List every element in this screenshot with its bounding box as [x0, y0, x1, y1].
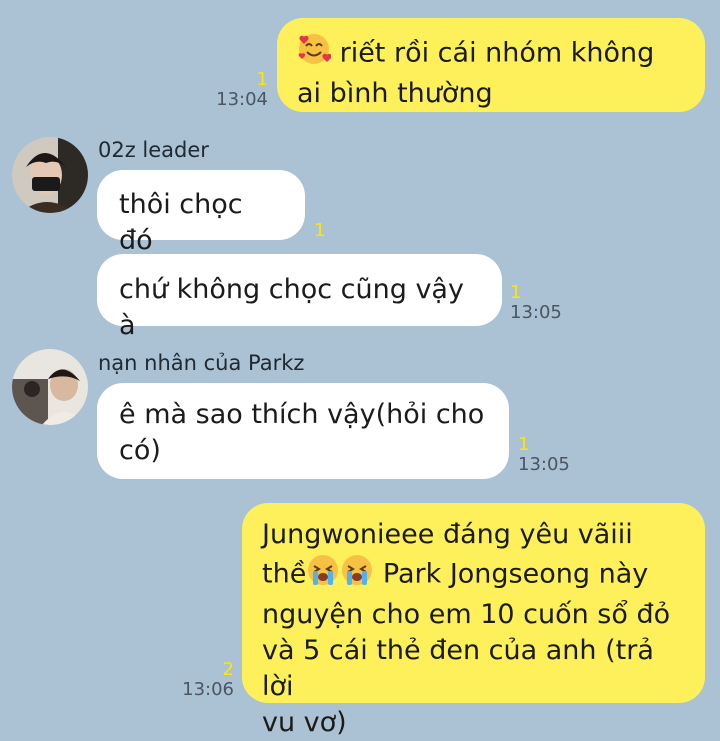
message-text: chứ không chọc cũng vậy à: [119, 274, 464, 341]
timestamp: 13:06: [182, 679, 234, 700]
message-bubble-outgoing[interactable]: Jungwonieee đáng yêu vãiii thề Park Jong…: [242, 503, 705, 738]
read-count: 1: [256, 69, 268, 90]
timestamp: 13:05: [510, 302, 562, 323]
message-text-line: Park Jongseong này: [374, 558, 649, 590]
read-count: 1: [518, 434, 530, 455]
message-text: riết rồi cái nhóm không ai bình thường: [297, 37, 655, 110]
message-meta: 2 13:06: [176, 660, 234, 700]
timestamp: 13:05: [518, 454, 570, 475]
read-count: 1: [314, 220, 326, 241]
read-count: 1: [510, 282, 522, 303]
message-bubble-incoming[interactable]: chứ không chọc cũng vậy à: [97, 254, 502, 341]
loudly-crying-face-icon: [306, 553, 340, 597]
message-meta: 1 13:04: [210, 70, 268, 110]
sender-name: nạn nhân của Parkz: [98, 351, 305, 375]
message-text-line: Jungwonieee đáng yêu vãiii: [262, 519, 633, 550]
message-text: thôi chọc đó: [119, 189, 243, 256]
message-bubble-incoming[interactable]: ê mà sao thích vậy(hỏi cho có): [97, 383, 509, 479]
read-count: 2: [222, 659, 234, 680]
message-bubble-outgoing[interactable]: riết rồi cái nhóm không ai bình thường: [277, 18, 705, 112]
smiling-face-with-hearts-icon: [297, 32, 332, 76]
sender-name: 02z leader: [98, 138, 209, 162]
loudly-crying-face-icon: [340, 553, 374, 597]
message-bubble-incoming[interactable]: thôi chọc đó: [97, 170, 305, 256]
message-meta: 1 13:05: [510, 283, 562, 323]
avatar[interactable]: [12, 349, 88, 425]
message-text-line: ê mà sao thích vậy(hỏi cho: [119, 399, 485, 430]
message-text-line: thề: [262, 558, 307, 590]
message-meta: 1 13:05: [518, 435, 570, 475]
message-text-line: và 5 cái thẻ đen của anh (trả lời: [262, 635, 654, 702]
timestamp: 13:04: [216, 89, 268, 110]
message-text-line: có): [119, 435, 161, 466]
avatar[interactable]: [12, 137, 88, 213]
message-text-line: vu vơ): [262, 707, 347, 738]
message-text-line: nguyện cho em 10 cuốn sổ đỏ: [262, 599, 671, 630]
